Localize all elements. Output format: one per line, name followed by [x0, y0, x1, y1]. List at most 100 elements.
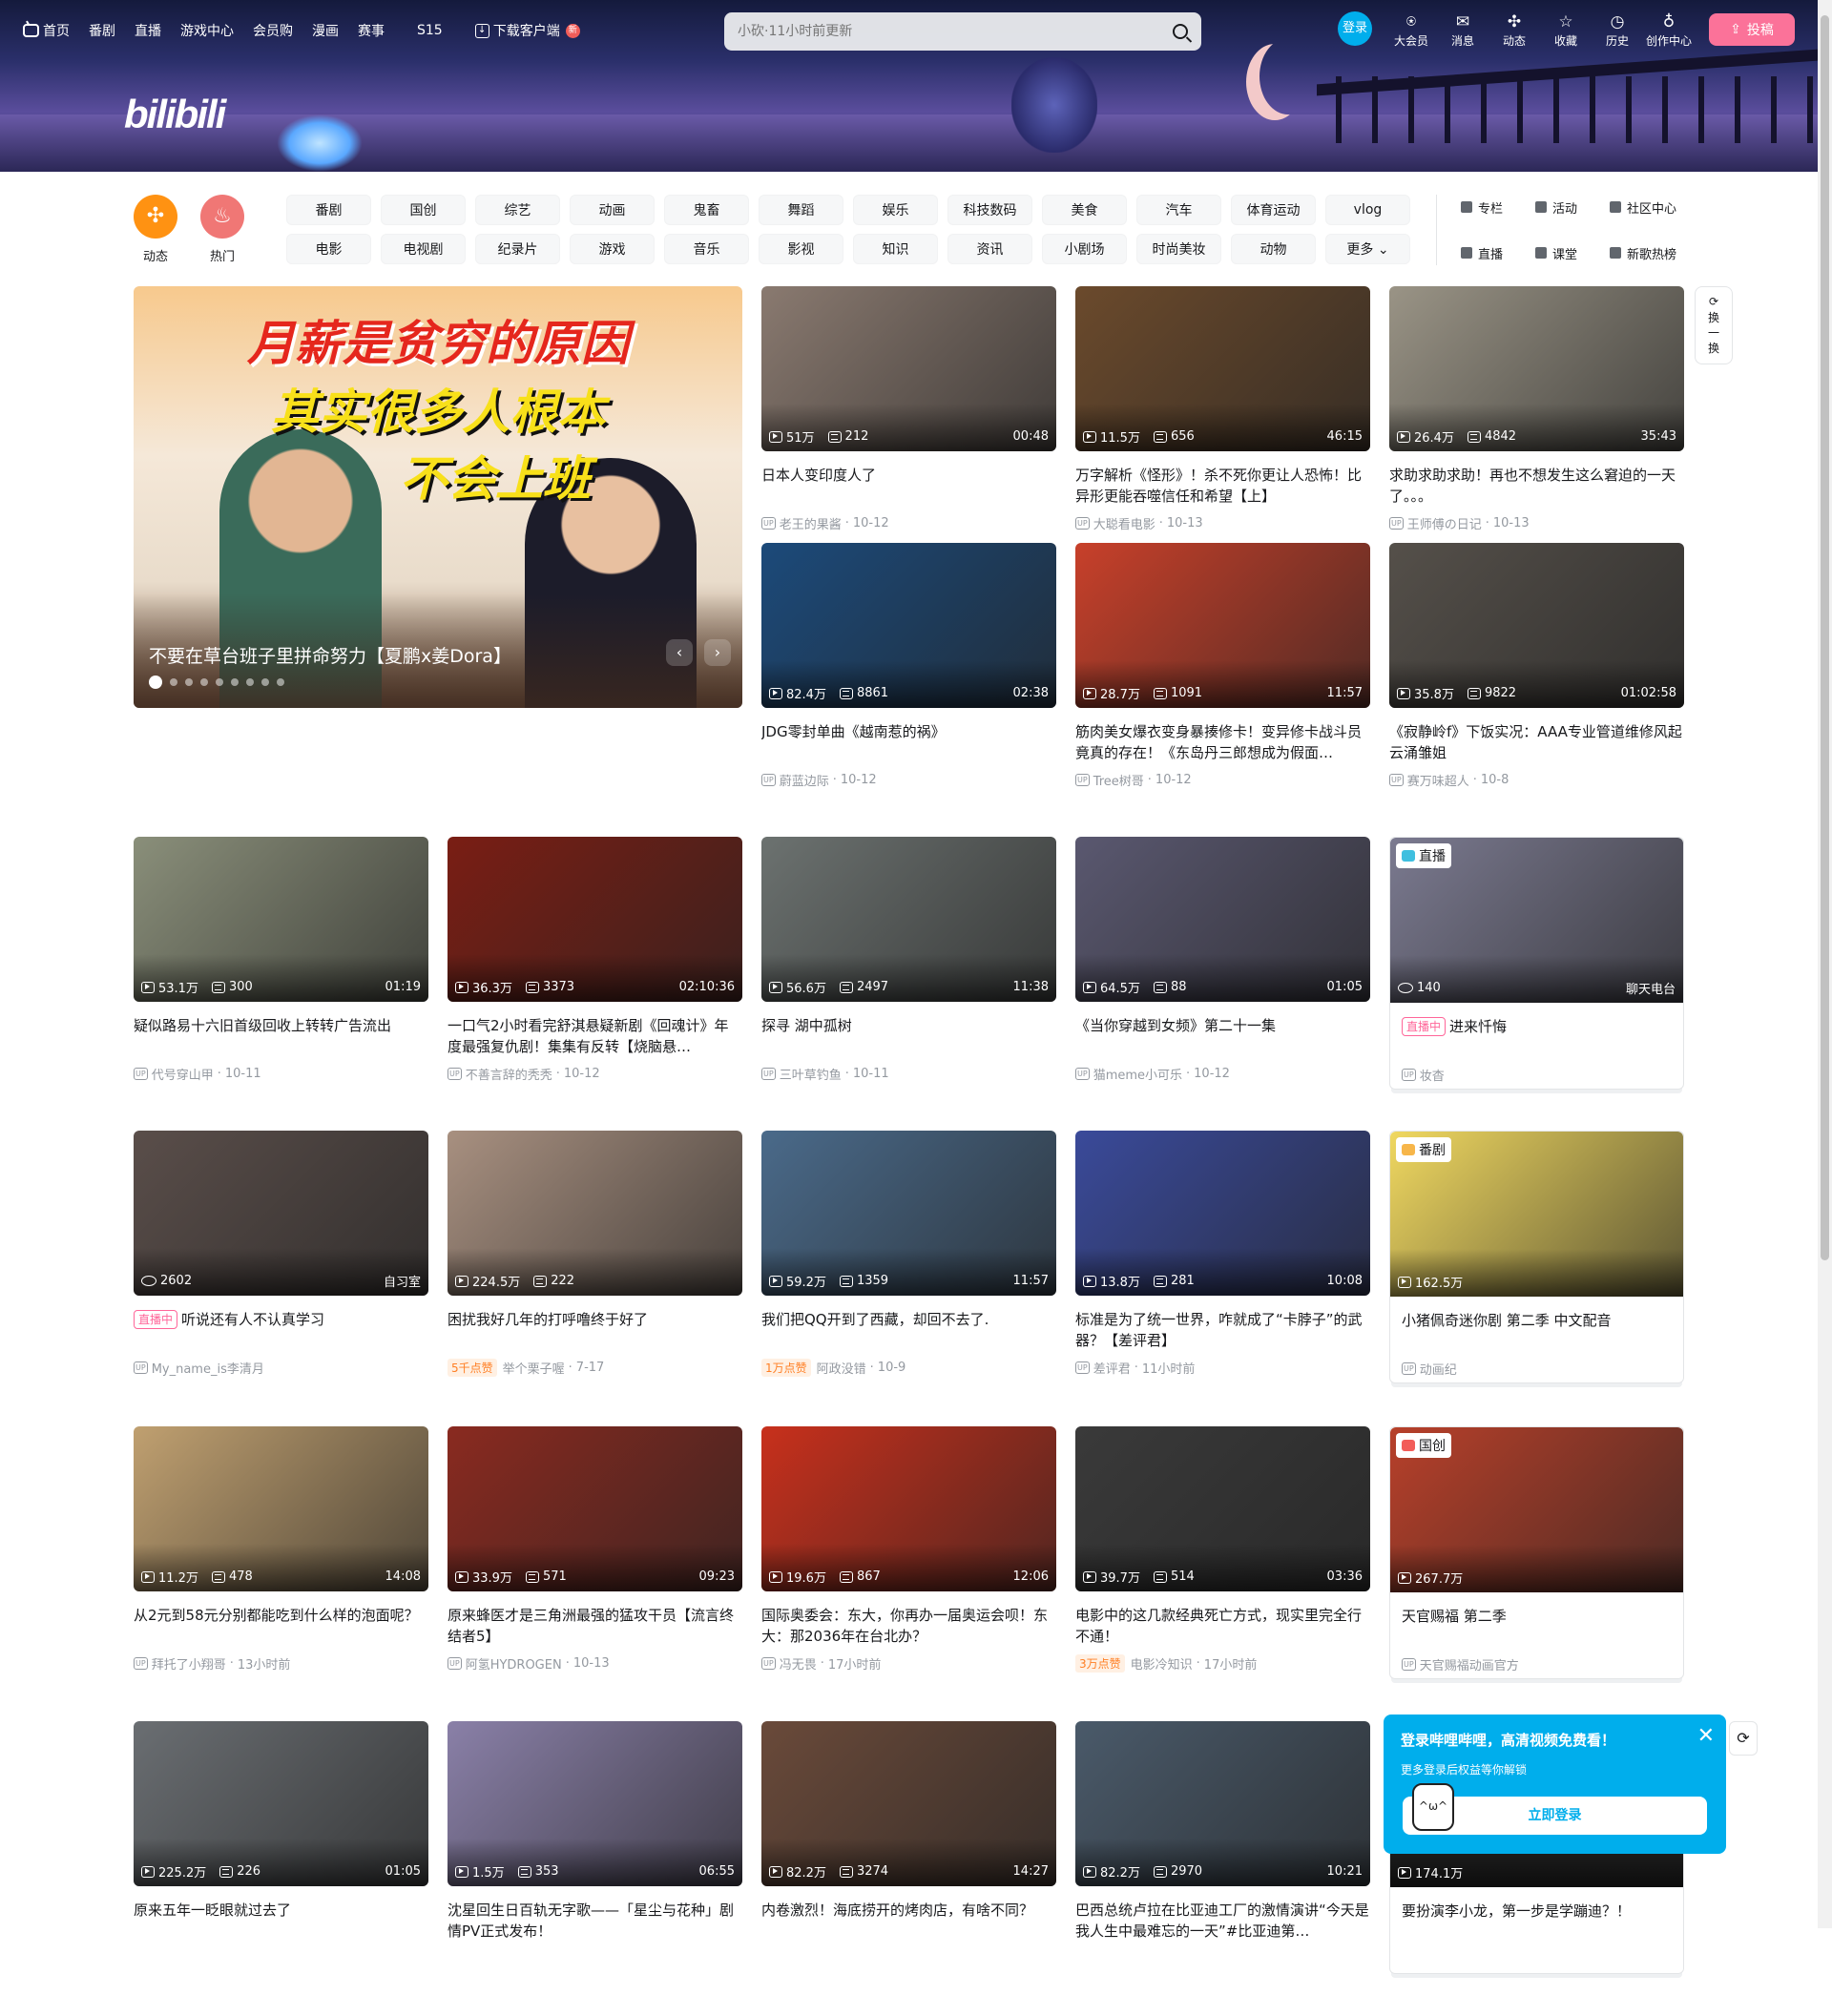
author-name[interactable]: 拜托了小翔哥	[152, 1654, 226, 1673]
channel-button[interactable]: 知识	[853, 234, 938, 264]
carousel-dot[interactable]	[231, 678, 239, 686]
video-thumbnail[interactable]: 2602 自习室	[134, 1131, 428, 1296]
video-title[interactable]: 原来蜂医才是三角洲最强的猛攻干员【流言终结者5】	[448, 1605, 742, 1647]
video-title[interactable]: 直播中 进来忏悔	[1390, 1016, 1683, 1058]
video-card[interactable]: 番剧 162.5万 小猪佩奇迷你剧 第二季 中文配音 UP 动画纪	[1389, 1131, 1684, 1383]
video-thumbnail[interactable]: 13.8万 281 10:08	[1075, 1131, 1370, 1296]
channel-button[interactable]: 电视剧	[381, 234, 466, 264]
search-icon[interactable]	[1173, 24, 1188, 39]
author-name[interactable]: 阿氢HYDROGEN	[466, 1654, 562, 1673]
carousel[interactable]: 月薪是贫穷的原因 其实很多人根本 不会上班 不要在草台班子里拼命努力【夏鹏x姜D…	[134, 286, 742, 708]
video-card[interactable]: 82.2万 3274 14:27 内卷激烈！海底捞开的烤肉店，有啥不同？	[761, 1721, 1056, 2016]
video-thumbnail[interactable]: 225.2万 226 01:05	[134, 1721, 428, 1886]
channel-button[interactable]: 影视	[759, 234, 843, 264]
video-card[interactable]: 224.5万 222 困扰我好几年的打呼噜终于好了 5千点赞 举个栗子喔 · 7-17	[448, 1131, 742, 1426]
video-title[interactable]: 探寻 湖中孤树	[761, 1015, 1056, 1057]
video-card[interactable]: 1.5万 353 06:55 沈星回生日百轨无字歌——「星尘与花种」剧情PV正式发布！	[448, 1721, 742, 2016]
author-name[interactable]: 不善言辞的秃秃	[466, 1065, 552, 1083]
search-input[interactable]	[738, 24, 1173, 39]
login-button[interactable]: 登录	[1338, 11, 1372, 46]
nav-item[interactable]: 赛事	[358, 21, 385, 40]
video-card[interactable]: 59.2万 1359 11:57 我们把QQ开到了西藏，却回不去了. 1万点赞 阿政没错 ·…	[761, 1131, 1056, 1426]
video-title[interactable]: 求助求助求助！再也不想发生这么窘迫的一天了。。。	[1389, 465, 1684, 507]
live-card[interactable]: 2602 自习室 直播中 听说还有人不认真学习 UP My_name_is李清月	[134, 1131, 428, 1426]
carousel-title[interactable]: 不要在草台班子里拼命努力【夏鹏x姜Dora】	[149, 642, 511, 668]
video-card[interactable]: 33.9万 571 09:23 原来蜂医才是三角洲最强的猛攻干员【流言终结者5】 UP 阿…	[448, 1426, 742, 1721]
video-card[interactable]: 82.4万 8861 02:38 JDG零封单曲《越南惹的祸》 UP 蔚蓝边际 · 10-12	[761, 543, 1056, 837]
video-card[interactable]: 53.1万 300 01:19 疑似路易十六旧首级回收上转转广告流出 UP 代号穿山甲 · 1…	[134, 837, 428, 1131]
video-title[interactable]: 困扰我好几年的打呼噜终于好了	[448, 1309, 742, 1351]
video-title[interactable]: 日本人变印度人了	[761, 465, 1056, 507]
video-title[interactable]: 《寂静岭f》下饭实况：AAA专业管道维修风起云涌雏姐	[1389, 721, 1684, 763]
video-title[interactable]: 沈星回生日百轨无字歌——「星尘与花种」剧情PV正式发布！	[448, 1900, 742, 1942]
upload-button[interactable]: ⇪ 投稿	[1709, 13, 1795, 46]
video-thumbnail[interactable]: 82.2万 3274 14:27	[761, 1721, 1056, 1886]
carousel-dot[interactable]	[200, 678, 208, 686]
video-thumbnail[interactable]: 1.5万 353 06:55	[448, 1721, 742, 1886]
video-thumbnail[interactable]: 28.7万 1091 11:57	[1075, 543, 1370, 708]
channel-button[interactable]: 娱乐	[853, 195, 938, 225]
video-card[interactable]: 225.2万 226 01:05 原来五年一眨眼就过去了	[134, 1721, 428, 2016]
video-title[interactable]: 一口气2小时看完舒淇悬疑新剧《回魂计》年度最强复仇剧！集集有反转【烧脑悬…	[448, 1015, 742, 1057]
video-thumbnail[interactable]: 番剧 162.5万	[1390, 1132, 1683, 1297]
video-thumbnail[interactable]: 39.7万 514 03:36	[1075, 1426, 1370, 1591]
video-title[interactable]: 小猪佩奇迷你剧 第二季 中文配音	[1390, 1310, 1683, 1352]
channel-button[interactable]: 游戏	[570, 234, 655, 264]
video-title[interactable]: 原来五年一眨眼就过去了	[134, 1900, 428, 1942]
channel-button[interactable]: vlog	[1325, 195, 1410, 225]
header-3-item[interactable]: ☆ 收藏	[1540, 11, 1592, 49]
close-icon[interactable]: ✕	[1697, 1724, 1715, 1748]
video-card[interactable]: 39.7万 514 03:36 电影中的这几款经典死亡方式，现实里完全行不通！ 3万点赞…	[1075, 1426, 1370, 1721]
video-title[interactable]: 内卷激烈！海底捞开的烤肉店，有啥不同？	[761, 1900, 1056, 1942]
video-thumbnail[interactable]: 224.5万 222	[448, 1131, 742, 1296]
header-1-item[interactable]: ✉ 消息	[1437, 11, 1488, 49]
channel-button[interactable]: 音乐	[664, 234, 749, 264]
live-card[interactable]: 直播 140 聊天电台 直播中 进来忏悔 UP 妆杳	[1389, 837, 1684, 1090]
channel-button[interactable]: 动画	[570, 195, 655, 225]
author-name[interactable]: 电影冷知识	[1131, 1654, 1193, 1673]
channel-link[interactable]: 新歌热榜	[1610, 240, 1684, 265]
header-4-item[interactable]: ◷ 历史	[1592, 11, 1643, 49]
channel-button[interactable]: 资讯	[947, 234, 1032, 264]
nav-item[interactable]: S15	[417, 23, 443, 38]
nav-item[interactable]: ↓ 下载客户端新	[474, 21, 580, 40]
video-thumbnail[interactable]: 53.1万 300 01:19	[134, 837, 428, 1002]
header-2-item[interactable]: ✣ 动态	[1488, 11, 1540, 49]
author-name[interactable]: 妆杳	[1420, 1066, 1445, 1084]
video-thumbnail[interactable]: 59.2万 1359 11:57	[761, 1131, 1056, 1296]
channel-button[interactable]: 时尚美妆	[1136, 234, 1221, 264]
video-card[interactable]: 国创 267.7万 天官赐福 第二季 UP 天官赐福动画官方	[1389, 1426, 1684, 1679]
nav-item[interactable]: 漫画	[312, 21, 339, 40]
author-name[interactable]: 差评君	[1093, 1359, 1131, 1377]
channel-link[interactable]: 活动	[1535, 195, 1610, 219]
author-name[interactable]: 天官赐福动画官方	[1420, 1655, 1519, 1673]
video-title[interactable]: 国际奥委会：东大，你再办一届奥运会呗！东大：那2036年在台北办？	[761, 1605, 1056, 1647]
channel-button[interactable]: 电影	[286, 234, 371, 264]
video-card[interactable]: 28.7万 1091 11:57 筋肉美女爆衣变身暴揍修卡！变异修卡战斗员竟真的存在！…	[1075, 543, 1370, 837]
channel-button[interactable]: 国创	[381, 195, 466, 225]
channel-button[interactable]: 番剧	[286, 195, 371, 225]
carousel-next-button[interactable]: ›	[704, 639, 731, 666]
header-0-item[interactable]: ⍟ 大会员	[1385, 11, 1437, 49]
channel-button[interactable]: 美食	[1042, 195, 1127, 225]
video-title[interactable]: 要扮演李小龙，第一步是学蹦迪？！	[1390, 1901, 1683, 1943]
video-thumbnail[interactable]: 26.4万 4842 35:43	[1389, 286, 1684, 451]
author-name[interactable]: 大聪看电影	[1093, 514, 1155, 532]
video-card[interactable]: 35.8万 9822 01:02:58 《寂静岭f》下饭实况：AAA专业管道维修风起云…	[1389, 543, 1684, 837]
video-card[interactable]: 26.4万 4842 35:43 求助求助求助！再也不想发生这么窘迫的一天了。。。 UP…	[1389, 286, 1684, 543]
dynamic-entry[interactable]: ✣ 动态	[134, 195, 177, 264]
channel-button[interactable]: 动物	[1231, 234, 1316, 264]
video-card[interactable]: 51万 212 00:48 日本人变印度人了 UP 老王的果酱 · 10-12	[761, 286, 1056, 543]
channel-button[interactable]: 舞蹈	[759, 195, 843, 225]
video-thumbnail[interactable]: 11.5万 656 46:15	[1075, 286, 1370, 451]
author-name[interactable]: 动画纪	[1420, 1360, 1457, 1378]
video-thumbnail[interactable]: 33.9万 571 09:23	[448, 1426, 742, 1591]
video-card[interactable]: 64.5万 88 01:05 《当你穿越到女频》第二十一集 UP 猫meme小可乐 · 10-…	[1075, 837, 1370, 1131]
channel-button[interactable]: 小剧场	[1042, 234, 1127, 264]
channel-link[interactable]: 专栏	[1461, 195, 1535, 219]
author-name[interactable]: 冯无畏	[780, 1654, 817, 1673]
video-thumbnail[interactable]: 82.2万 2970 10:21	[1075, 1721, 1370, 1886]
carousel-dot[interactable]	[149, 675, 162, 689]
refresh-button[interactable]: ⟳ 换一换	[1695, 286, 1733, 364]
scrollbar-thumb[interactable]	[1821, 15, 1829, 1260]
